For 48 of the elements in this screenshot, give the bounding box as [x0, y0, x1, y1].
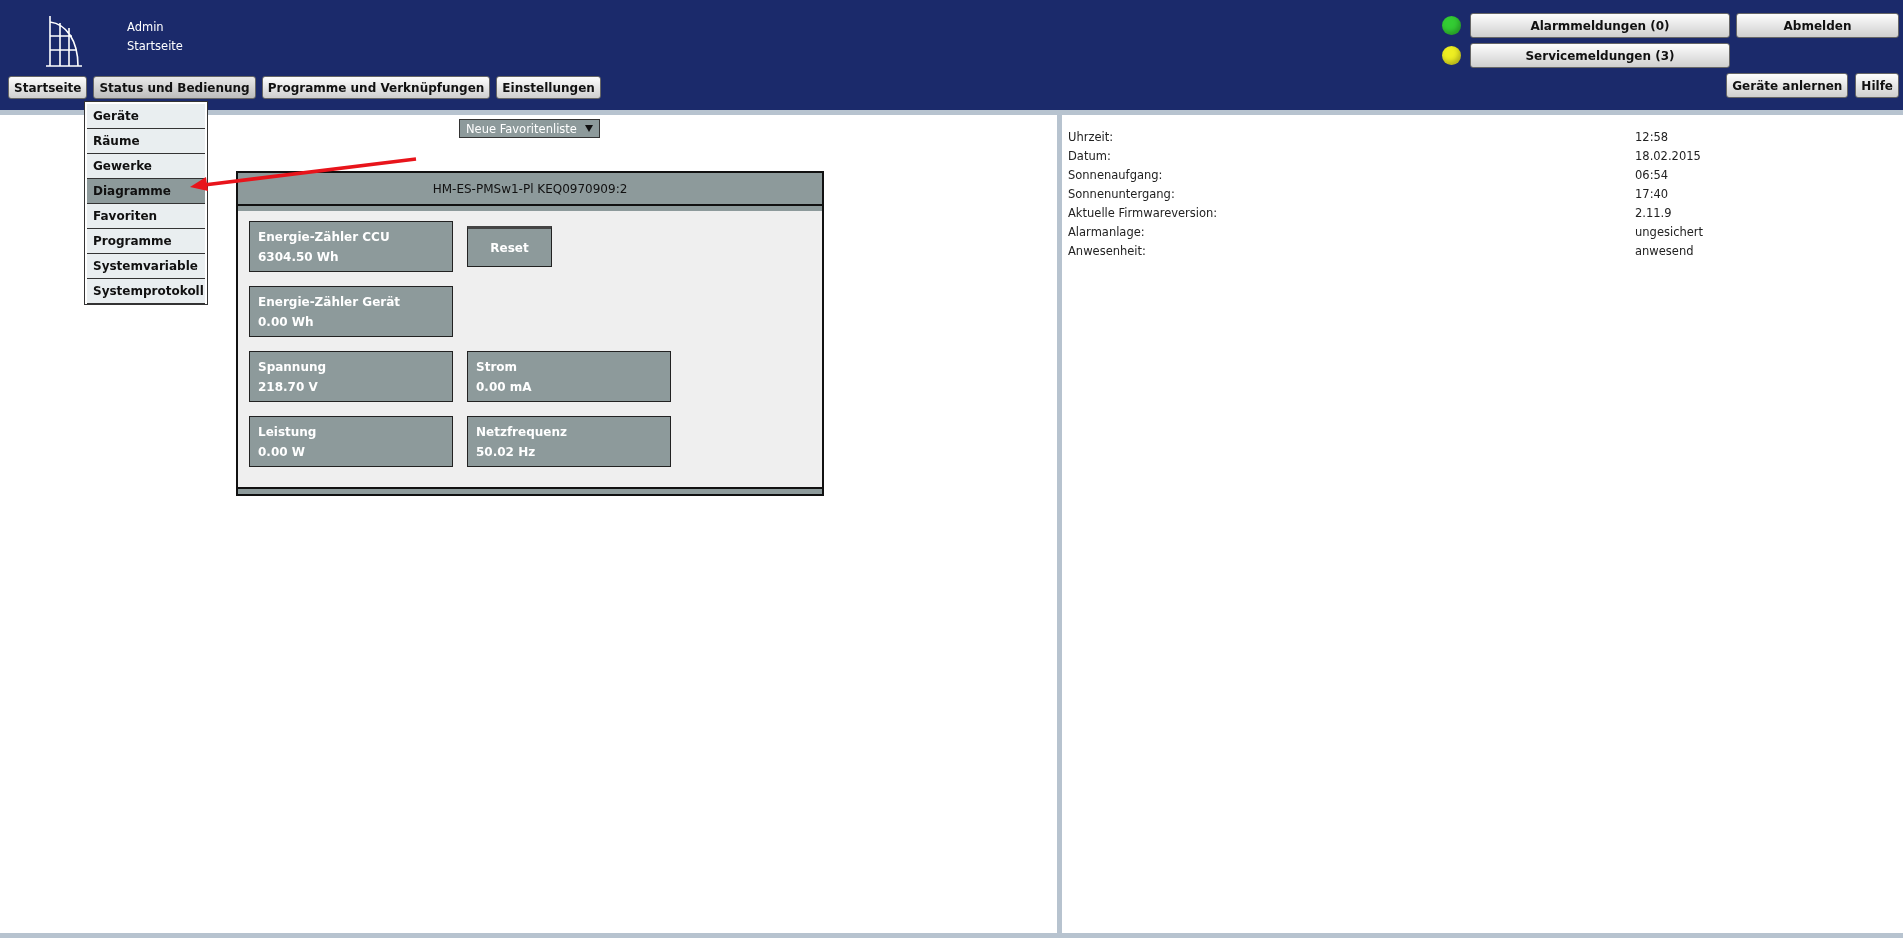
info-value: ungesichert	[1635, 224, 1704, 239]
nav-tab[interactable]: Programme und Verknüpfungen	[261, 76, 491, 99]
menu-item[interactable]: Räume	[87, 129, 205, 154]
reading-value: 0.00 Wh	[258, 314, 315, 329]
reading-value: 6304.50 Wh	[258, 249, 340, 264]
toolbar-button[interactable]: Hilfe	[1855, 73, 1899, 98]
info-label: Sonnenaufgang:	[1068, 167, 1164, 182]
nav-tab[interactable]: Status und Bedienung	[93, 76, 256, 99]
caret-icon	[584, 125, 593, 132]
reading-value: 0.00 mA	[476, 379, 533, 394]
messages-button[interactable]: Alarmmeldungen (0)	[1470, 13, 1730, 38]
user-name: Admin	[127, 20, 165, 34]
device-title: HM-ES-PMSw1-Pl KEQ0970909:2	[238, 173, 822, 206]
reading-value: 50.02 Hz	[476, 444, 537, 459]
reading-label: Spannung	[258, 359, 328, 374]
reading-value: 0.00 W	[258, 444, 307, 459]
toolbar-button[interactable]: Geräte anlernen	[1726, 73, 1849, 98]
info-label: Datum:	[1068, 148, 1112, 163]
logo-icon	[44, 14, 84, 70]
info-value: 12:58	[1635, 129, 1669, 144]
info-value: 18.02.2015	[1635, 148, 1701, 163]
current-page: Startseite	[127, 39, 183, 53]
menu-item[interactable]: Gewerke	[87, 154, 205, 179]
reading-label: Netzfrequenz	[476, 424, 568, 439]
info-label: Anwesenheit:	[1068, 243, 1147, 258]
info-label: Alarmanlage:	[1068, 224, 1146, 239]
menu-item[interactable]: Systemprotokoll	[87, 279, 205, 304]
nav-tab[interactable]: Startseite	[8, 76, 88, 99]
messages-button[interactable]: Servicemeldungen (3)	[1470, 43, 1730, 68]
info-value: 17:40	[1635, 186, 1669, 201]
info-label: Aktuelle Firmwareversion:	[1068, 205, 1219, 220]
info-label: Uhrzeit:	[1068, 129, 1115, 144]
menu-item[interactable]: Diagramme	[87, 179, 205, 204]
info-value: 2.11.9	[1635, 205, 1672, 220]
reading-label: Energie-Zähler Gerät	[258, 294, 402, 309]
reading-label: Energie-Zähler CCU	[258, 229, 391, 244]
info-value: anwesend	[1635, 243, 1694, 258]
reading-label: Strom	[476, 359, 519, 374]
reading-value: 218.70 V	[258, 379, 319, 394]
menu-item[interactable]: Favoriten	[87, 204, 205, 229]
menu-item[interactable]: Programme	[87, 229, 205, 254]
menu-item[interactable]: Geräte	[87, 104, 205, 129]
info-value: 06:54	[1635, 167, 1669, 182]
menu-item[interactable]: Systemvariable	[87, 254, 205, 279]
logout-button[interactable]: Abmelden	[1736, 13, 1899, 38]
info-label: Sonnenuntergang:	[1068, 186, 1176, 201]
nav-tab[interactable]: Einstellungen	[496, 76, 601, 99]
reading-label: Leistung	[258, 424, 318, 439]
